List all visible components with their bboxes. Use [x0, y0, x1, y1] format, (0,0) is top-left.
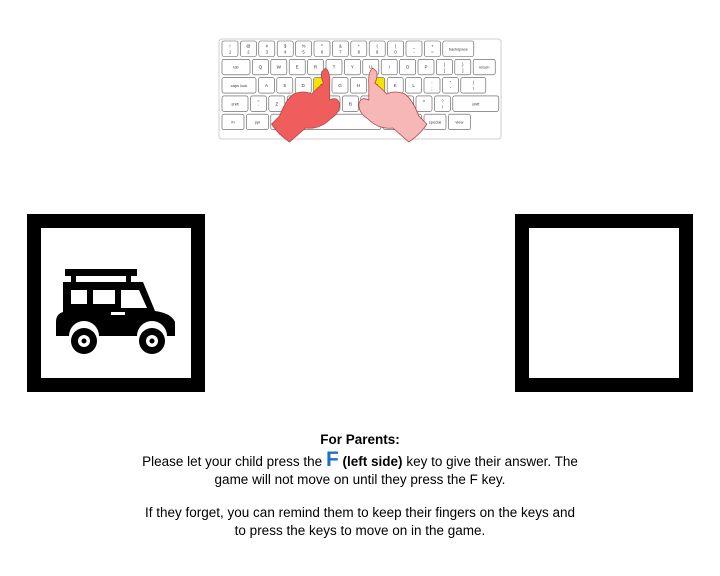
- key--: |\: [460, 77, 487, 94]
- key-caps-lock: caps lock: [221, 77, 257, 94]
- key-shift-symbol: !: [229, 44, 230, 49]
- f-key-letter: F: [325, 448, 339, 471]
- key-shift: shift: [221, 95, 249, 112]
- key-label: P: [424, 65, 427, 70]
- key-shift-symbol: @: [246, 44, 250, 49]
- key-d: D: [294, 77, 312, 94]
- key-q: Q: [252, 58, 269, 76]
- key-i: I: [380, 58, 398, 76]
- instructions-paragraph-2: If they forget, you can remind them to k…: [145, 505, 575, 538]
- key-y: Y: [344, 58, 361, 76]
- key-shift-symbol: %: [302, 44, 306, 49]
- instructions-heading: For Parents:: [320, 432, 400, 447]
- key-9: (9: [368, 40, 386, 57]
- key-fn: fn: [221, 113, 245, 130]
- instructions-line1-before: Please let your child press the: [142, 454, 323, 469]
- key-shift-symbol: &: [339, 44, 342, 49]
- right-answer-card[interactable]: [529, 228, 679, 378]
- key-shift-symbol: ^: [321, 44, 323, 49]
- key-label: shift: [472, 101, 480, 106]
- key-label: Q: [259, 65, 263, 70]
- key-shift: shift: [452, 95, 500, 112]
- key-6: ^6: [313, 40, 331, 57]
- key-label: S: [283, 83, 286, 88]
- keyboard-illustration: !1@2#3$4%5^6&7*8(9)0_-+=backspacetab Q W E R…: [218, 38, 502, 143]
- key-label: special: [429, 120, 442, 125]
- key-shift-symbol: |: [473, 80, 474, 85]
- key-l: L: [405, 77, 422, 94]
- key-label: E: [296, 65, 299, 70]
- key-label: Z: [275, 101, 278, 106]
- key--: {[: [436, 58, 453, 76]
- key-symbol: ;: [431, 86, 432, 91]
- key-o: O: [399, 58, 416, 76]
- key-label: shift: [231, 101, 239, 106]
- right-answer-frame[interactable]: [515, 214, 693, 392]
- key-label: tab: [233, 65, 239, 70]
- key--: }]: [454, 58, 472, 76]
- key-label: fn: [231, 120, 234, 125]
- key-p: P: [417, 58, 435, 76]
- key-symbol: .: [423, 104, 424, 109]
- key-label: Y: [351, 65, 354, 70]
- key-backspace: backspace: [442, 40, 475, 57]
- key-e: E: [288, 58, 306, 76]
- key--: ~`: [250, 95, 267, 112]
- key-label: L: [412, 83, 415, 88]
- key-shift-symbol: :: [431, 80, 432, 85]
- key-label: T: [333, 65, 336, 70]
- key--: :;: [423, 77, 441, 94]
- key-w: W: [270, 58, 288, 76]
- key-label: H: [357, 83, 360, 88]
- key-label: return: [479, 65, 489, 70]
- key-symbol: ]: [462, 68, 463, 73]
- key-0: )0: [387, 40, 404, 57]
- key--: "': [442, 77, 459, 94]
- key-label: G: [338, 83, 342, 88]
- key-1: !1: [221, 40, 239, 57]
- key-label: backspace: [449, 46, 469, 51]
- key-7: &7: [332, 40, 349, 57]
- key-8: *8: [350, 40, 368, 57]
- key--: >.: [415, 95, 433, 112]
- key-label: view: [455, 120, 463, 125]
- key-label: B: [349, 101, 352, 106]
- key-g: G: [331, 77, 349, 94]
- key--: +=: [424, 40, 441, 57]
- left-answer-frame[interactable]: [27, 214, 205, 392]
- key-2: @2: [240, 40, 257, 57]
- jeep-icon: [56, 269, 175, 354]
- key-s: S: [276, 77, 294, 94]
- key-view: view: [448, 113, 471, 130]
- key-label: caps lock: [231, 83, 248, 88]
- key-special: special: [423, 113, 447, 130]
- key-ppi: ppi: [246, 113, 269, 130]
- key-label: ppi: [255, 120, 260, 125]
- key-3: #3: [258, 40, 276, 57]
- key-k: K: [386, 77, 404, 94]
- parent-instructions: For Parents: Please let your child press…: [140, 431, 580, 540]
- f-key-note: (left side): [342, 454, 403, 469]
- keyboard-diagram: ! 1 @2 #3 $4% 5 ^ 6 & 7 * 8(9) 0 _ - + = backspace tab Q W E R…: [218, 38, 502, 174]
- key-label: W: [277, 65, 282, 70]
- key-return: return: [472, 58, 496, 76]
- key--: _-: [405, 40, 423, 57]
- key--: ?/: [434, 95, 451, 112]
- key-label: O: [406, 65, 410, 70]
- key-a: A: [258, 77, 275, 94]
- left-answer-card[interactable]: [41, 228, 191, 378]
- key-4: $4: [276, 40, 294, 57]
- key-h: H: [350, 77, 367, 94]
- key-5: %5: [295, 40, 312, 57]
- key-label: I: [389, 65, 390, 70]
- key-b: B: [342, 95, 359, 112]
- key-tab: tab: [221, 58, 251, 76]
- instructions-paragraph-1: Please let your child press the F (left …: [140, 448, 580, 489]
